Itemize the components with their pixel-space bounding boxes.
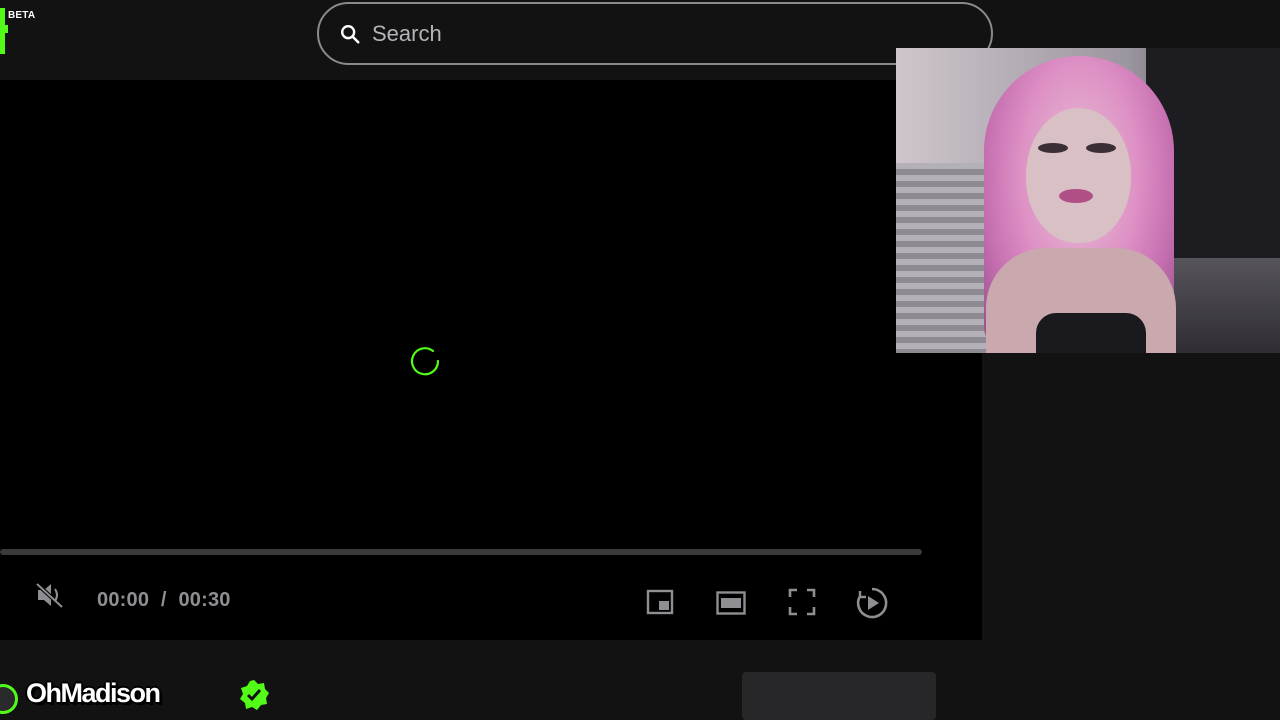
mute-button[interactable]	[32, 579, 68, 611]
video-player[interactable]: 00:00 / 00:30	[0, 80, 982, 640]
mini-player-button[interactable]	[645, 587, 675, 617]
player-controls: 00:00 / 00:30	[0, 572, 982, 636]
theater-mode-button[interactable]	[715, 589, 747, 617]
progress-bar[interactable]	[0, 549, 922, 555]
search-input[interactable]	[372, 20, 872, 47]
autoplay-icon	[856, 587, 888, 619]
autoplay-button[interactable]	[855, 586, 889, 620]
mini-player-icon	[646, 589, 674, 615]
time-separator: /	[160, 589, 167, 611]
fullscreen-icon	[788, 588, 816, 616]
verified-badge-icon	[240, 680, 269, 710]
streamer-facecam	[896, 48, 1280, 353]
fullscreen-button[interactable]	[787, 587, 817, 617]
current-time: 00:00	[97, 589, 150, 611]
page: BETA 00	[0, 0, 1280, 720]
channel-info-bar: OhMadison	[0, 640, 1280, 720]
total-time: 00:30	[178, 589, 231, 611]
theater-mode-icon	[716, 591, 746, 615]
playback-time: 00:00 / 00:30	[97, 589, 231, 612]
search-icon	[341, 24, 360, 44]
follow-button[interactable]	[742, 672, 936, 720]
beta-badge: BETA	[8, 10, 36, 21]
search-bar[interactable]	[317, 2, 993, 65]
muted-speaker-icon	[35, 582, 64, 609]
channel-avatar[interactable]	[0, 684, 18, 714]
loading-spinner-icon	[410, 347, 440, 376]
channel-name[interactable]: OhMadison	[26, 678, 161, 709]
